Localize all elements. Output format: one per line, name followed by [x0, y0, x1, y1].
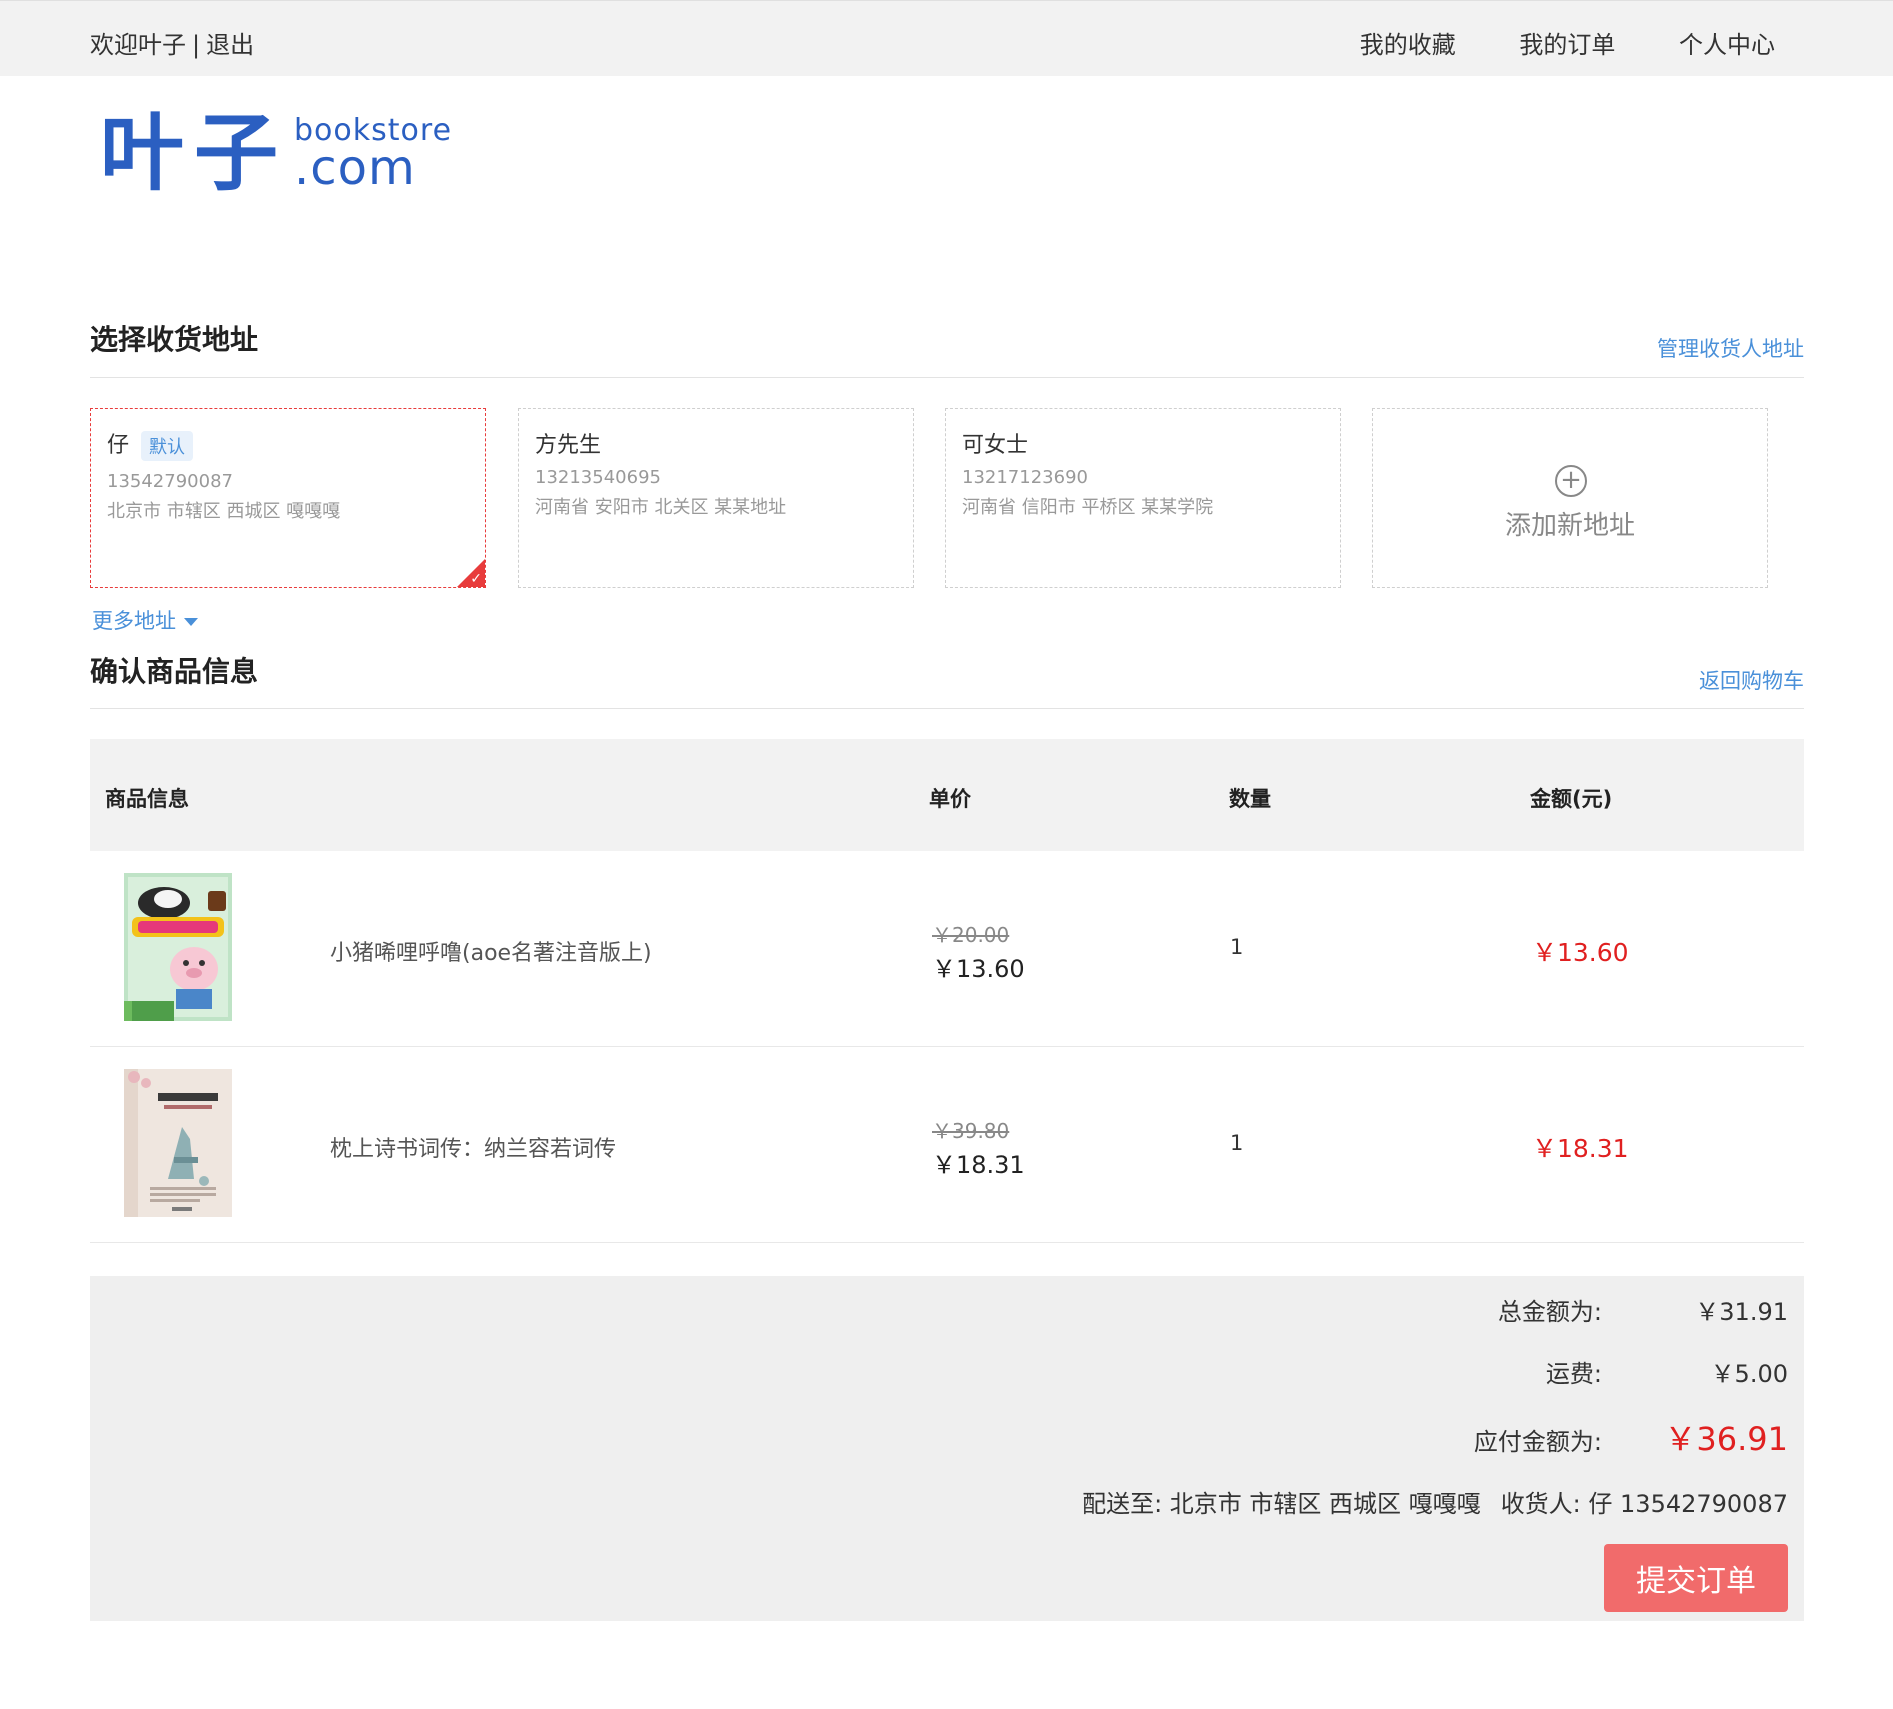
goods-title[interactable]: 枕上诗书词传：纳兰容若词传 [330, 1131, 616, 1163]
address-line: 北京市 市辖区 西城区 嘎嘎嘎 [107, 501, 341, 522]
check-icon: ✓ [470, 571, 482, 587]
payable-value: ￥36.91 [1664, 1420, 1788, 1458]
address-phone: 13542790087 [107, 471, 233, 492]
welcome-text: 欢迎叶子 [90, 31, 186, 59]
goods-original-price: ￥39.80 [932, 1119, 1010, 1143]
submit-order-button[interactable]: 提交订单 [1604, 1544, 1788, 1612]
goods-section-title: 确认商品信息 [90, 655, 259, 688]
back-to-cart-link[interactable]: 返回购物车 [1699, 665, 1804, 695]
shipping-value: ￥5.00 [1710, 1360, 1788, 1388]
goods-unit-price: ￥18.31 [932, 1151, 1025, 1179]
goods-amount: ￥18.31 [1532, 1134, 1629, 1163]
logo-en-bottom: .com [294, 140, 416, 196]
goods-quantity: 1 [1230, 1131, 1244, 1155]
address-name-text: 仔 [107, 433, 130, 458]
caret-down-icon [184, 618, 198, 626]
default-badge: 默认 [141, 431, 194, 461]
address-phone: 13213540695 [535, 467, 661, 488]
welcome-separator: | [192, 31, 201, 59]
ship-info: 配送至: 北京市 市辖区 西城区 嘎嘎嘎 收货人: 仔 13542790087 [1082, 1484, 1788, 1519]
address-card-3[interactable]: 可女士 13217123690 河南省 信阳市 平桥区 某某学院 [945, 408, 1341, 588]
goods-original-price: ￥20.00 [932, 923, 1010, 947]
address-name: 仔默认 [107, 427, 194, 461]
goods-divider [90, 708, 1804, 709]
goods-amount: ￥13.60 [1532, 938, 1629, 967]
top-nav: 我的收藏 我的订单 个人中心 [1304, 25, 1775, 60]
total-label: 总金额为: [1497, 1298, 1602, 1326]
welcome-area: 欢迎叶子 | 退出 [90, 25, 254, 60]
book-cover-pig-icon[interactable] [124, 873, 232, 1021]
plus-circle-icon: + [1555, 465, 1587, 497]
nav-profile-link[interactable]: 个人中心 [1679, 31, 1775, 59]
goods-quantity: 1 [1230, 935, 1244, 959]
order-summary: 总金额为: ￥31.91 运费: ￥5.00 应付金额为: ￥36.91 配送至… [90, 1276, 1804, 1621]
nav-favorites-link[interactable]: 我的收藏 [1360, 31, 1456, 59]
address-card-2[interactable]: 方先生 13213540695 河南省 安阳市 北关区 某某地址 [518, 408, 914, 588]
receiver-text: 收货人: 仔 13542790087 [1500, 1490, 1788, 1518]
goods-row: 小猪唏哩呼噜(aoe名著注音版上) ￥20.00 ￥13.60 1 ￥13.60 [90, 851, 1804, 1047]
address-phone: 13217123690 [962, 467, 1088, 488]
col-header-amount: 金额(元) [1530, 787, 1613, 811]
book-cover-nalan-icon[interactable] [124, 1069, 232, 1217]
top-bar: 欢迎叶子 | 退出 我的收藏 我的订单 个人中心 [0, 0, 1893, 76]
ship-to-text: 配送至: 北京市 市辖区 西城区 嘎嘎嘎 [1082, 1490, 1481, 1518]
address-name: 方先生 [535, 433, 602, 458]
total-value: ￥31.91 [1695, 1298, 1788, 1326]
goods-row: 枕上诗书词传：纳兰容若词传 ￥39.80 ￥18.31 1 ￥18.31 [90, 1047, 1804, 1243]
address-section-title: 选择收货地址 [90, 323, 259, 356]
more-addresses-toggle[interactable]: 更多地址 [92, 605, 198, 635]
col-header-qty: 数量 [1229, 787, 1271, 811]
address-card-1[interactable]: 仔默认 13542790087 北京市 市辖区 西城区 嘎嘎嘎 ✓ [90, 408, 486, 588]
address-name: 可女士 [962, 433, 1029, 458]
goods-title[interactable]: 小猪唏哩呼噜(aoe名著注音版上) [330, 935, 652, 967]
add-address-card[interactable]: + 添加新地址 [1372, 408, 1768, 588]
logo-en: bookstore .com [294, 108, 452, 196]
shipping-label: 运费: [1545, 1360, 1602, 1388]
col-header-info: 商品信息 [105, 787, 189, 811]
payable-label: 应付金额为: [1473, 1428, 1602, 1456]
goods-table-header: 商品信息 单价 数量 金额(元) [90, 739, 1804, 851]
address-line: 河南省 信阳市 平桥区 某某学院 [962, 497, 1214, 518]
site-logo[interactable]: 叶子 bookstore .com [100, 108, 452, 198]
nav-orders-link[interactable]: 我的订单 [1519, 31, 1615, 59]
goods-unit-price: ￥13.60 [932, 955, 1025, 983]
more-addresses-label: 更多地址 [92, 609, 176, 633]
address-divider [90, 377, 1804, 378]
logout-link[interactable]: 退出 [206, 31, 254, 59]
manage-address-link[interactable]: 管理收货人地址 [1657, 333, 1804, 363]
address-line: 河南省 安阳市 北关区 某某地址 [535, 497, 787, 518]
add-address-label: 添加新地址 [1504, 511, 1635, 541]
col-header-price: 单价 [929, 787, 971, 811]
logo-cn-text: 叶子 [100, 103, 289, 202]
